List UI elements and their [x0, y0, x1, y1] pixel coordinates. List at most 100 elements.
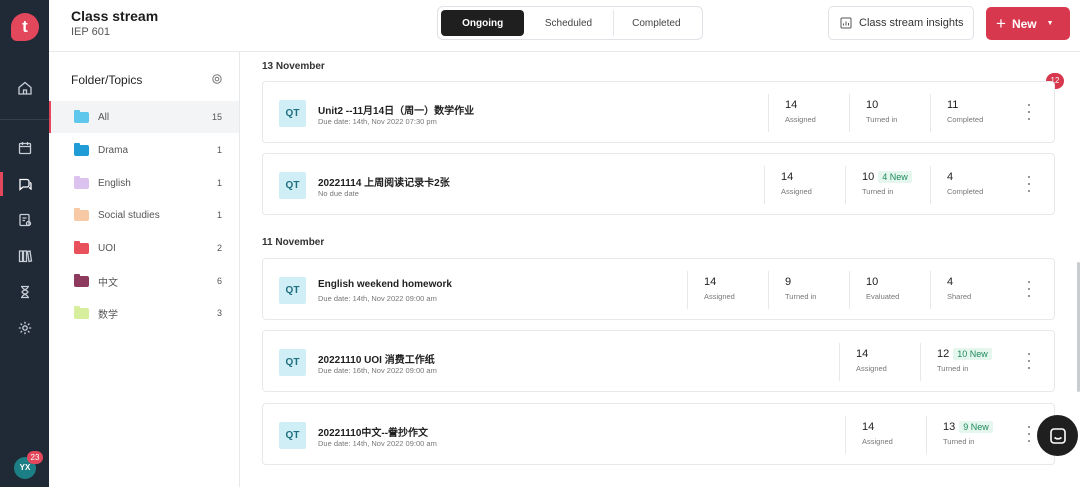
- folder-item-math[interactable]: 数学 3: [49, 297, 239, 329]
- assignment-title: 20221114 上周阅读记录卡2张: [318, 178, 450, 189]
- more-options-icon[interactable]: [1027, 104, 1031, 120]
- folder-count: 1: [216, 210, 222, 220]
- assignment-due-date: Due date: 16th, Nov 2022 09:00 am: [318, 366, 437, 375]
- assignment-card[interactable]: QT 20221110 UOI 消费工作纸 Due date: 16th, No…: [262, 330, 1055, 392]
- stat-label: Assigned: [862, 437, 893, 446]
- assignment-card[interactable]: QT Unit2 --11月14日（周一）数学作业 Due date: 14th…: [262, 81, 1055, 143]
- folder-panel-title: Folder/Topics: [71, 73, 143, 87]
- stat-label: Assigned: [704, 292, 735, 301]
- stat-assigned: 14 Assigned: [845, 416, 893, 454]
- folder-label: 数学: [98, 309, 118, 321]
- quiz-type-badge: QT: [279, 422, 306, 449]
- chat-support-button[interactable]: [1037, 415, 1078, 456]
- date-group-heading: 13 November: [262, 61, 325, 72]
- insights-label: Class stream insights: [859, 17, 964, 29]
- page-header: Class stream IEP 601 Ongoing Scheduled C…: [49, 0, 1080, 52]
- assignment-title: 20221110 UOI 消费工作纸: [318, 355, 435, 366]
- folder-panel: Folder/Topics All 15 Drama 1 English 1 S…: [49, 52, 240, 487]
- tab-scheduled[interactable]: Scheduled: [524, 10, 614, 36]
- left-rail: t YX 23: [0, 0, 49, 487]
- assignment-card[interactable]: QT 20221110中文--誊抄作文 Due date: 14th, Nov …: [262, 403, 1055, 465]
- stat-assigned: 14 Assigned: [768, 94, 816, 132]
- assignment-title: 20221110中文--誊抄作文: [318, 428, 429, 439]
- folder-count: 15: [211, 112, 222, 122]
- folder-settings-icon[interactable]: [211, 73, 223, 85]
- stat-label: Turned in: [785, 292, 817, 301]
- stat-turned-in: 12 10 New Turned in: [920, 343, 992, 381]
- folder-label: All: [98, 111, 110, 123]
- assignment-card[interactable]: QT 20221114 上周阅读记录卡2张 No due date 14 Ass…: [262, 153, 1055, 215]
- folder-item-uoi[interactable]: UOI 2: [49, 232, 239, 264]
- stat-label: Turned in: [937, 364, 969, 373]
- stat-value: 4: [947, 276, 954, 288]
- stat-value: 13: [943, 421, 956, 433]
- folder-item-all[interactable]: All 15: [49, 101, 239, 133]
- new-count-badge: 4 New: [878, 171, 912, 183]
- stat-turned-in: 9 Turned in: [768, 271, 816, 309]
- stat-label: Turned in: [866, 115, 898, 124]
- quiz-type-badge: QT: [279, 172, 306, 199]
- stat-turned-in: 10 4 New Turned in: [845, 166, 912, 204]
- folder-icon: [74, 273, 89, 287]
- settings-icon[interactable]: [0, 313, 49, 343]
- more-options-icon[interactable]: [1027, 176, 1031, 192]
- folder-label: 中文: [98, 277, 118, 289]
- more-options-icon[interactable]: [1027, 281, 1031, 297]
- app-logo[interactable]: t: [11, 13, 39, 41]
- tab-ongoing[interactable]: Ongoing: [441, 10, 525, 36]
- stat-value: 10: [862, 171, 875, 183]
- stat-label: Turned in: [943, 437, 975, 446]
- avatar-notification-badge: 23: [27, 451, 43, 464]
- status-tab-group: Ongoing Scheduled Completed: [437, 6, 703, 40]
- assignment-due-date: Due date: 14th, Nov 2022 07:30 pm: [318, 117, 437, 126]
- more-options-icon[interactable]: [1027, 353, 1031, 369]
- quiz-type-badge: QT: [279, 349, 306, 376]
- tab-completed[interactable]: Completed: [614, 10, 699, 36]
- stat-completed: 11 Completed: [930, 94, 983, 132]
- library-icon[interactable]: [0, 241, 49, 271]
- stat-label: Shared: [947, 292, 972, 301]
- folder-count: 3: [216, 308, 222, 318]
- calendar-icon[interactable]: [0, 133, 49, 163]
- folder-label: Drama: [98, 144, 129, 156]
- home-icon[interactable]: [0, 73, 49, 103]
- stat-assigned: 14 Assigned: [764, 166, 812, 204]
- folder-item-social-studies[interactable]: Social studies 1: [49, 199, 239, 231]
- assignment-card[interactable]: QT English weekend homework Due date: 14…: [262, 258, 1055, 320]
- chart-icon: [840, 17, 852, 29]
- stat-label: Completed: [947, 187, 984, 196]
- new-label: New: [1011, 16, 1037, 31]
- stat-value: 12: [937, 348, 950, 360]
- folder-icon: [74, 207, 89, 221]
- plus-icon: +: [996, 14, 1006, 33]
- hourglass-icon[interactable]: [0, 277, 49, 307]
- folder-count: 2: [216, 243, 222, 253]
- quiz-type-badge: QT: [279, 100, 306, 127]
- stat-shared: 4 Shared: [930, 271, 971, 309]
- quiz-type-badge: QT: [279, 277, 306, 304]
- chat-icon: [1049, 427, 1066, 444]
- stat-value: 10: [866, 99, 879, 111]
- folder-icon: [74, 240, 89, 254]
- stat-label: Assigned: [785, 115, 816, 124]
- assignment-title: English weekend homework: [318, 279, 452, 290]
- stat-value: 14: [862, 421, 875, 433]
- class-stream-icon[interactable]: [0, 169, 49, 199]
- folder-item-drama[interactable]: Drama 1: [49, 134, 239, 166]
- assignment-icon[interactable]: [0, 205, 49, 235]
- folder-item-english[interactable]: English 1: [49, 167, 239, 199]
- more-options-icon[interactable]: [1027, 426, 1031, 442]
- folder-icon: [74, 142, 89, 156]
- assignment-due-date: No due date: [318, 189, 359, 198]
- stat-value: 9: [785, 276, 792, 288]
- folder-label: Social studies: [98, 209, 160, 221]
- new-count-badge: 9 New: [959, 421, 993, 433]
- stat-completed: 4 Completed: [930, 166, 983, 204]
- folder-item-chinese[interactable]: 中文 6: [49, 265, 239, 297]
- stat-value: 14: [704, 276, 717, 288]
- class-stream-insights-button[interactable]: Class stream insights: [828, 6, 974, 40]
- class-name: IEP 601: [71, 26, 110, 38]
- new-button[interactable]: + New ▼: [986, 7, 1070, 40]
- stat-value: 14: [785, 99, 798, 111]
- folder-icon: [74, 305, 89, 319]
